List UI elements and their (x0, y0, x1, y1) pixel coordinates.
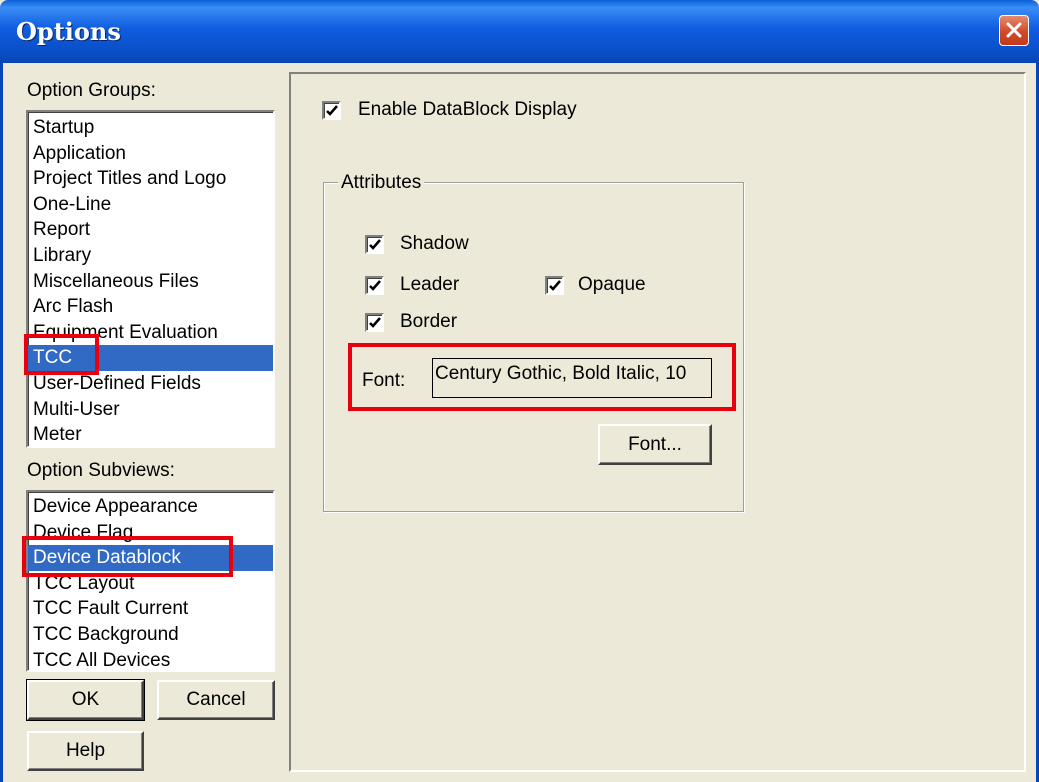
check-icon (369, 317, 381, 328)
list-item[interactable]: TCC All Devices (28, 648, 273, 670)
title-bar: Options (0, 0, 1039, 63)
border-checkbox[interactable] (365, 313, 384, 332)
leader-checkbox[interactable] (365, 276, 384, 295)
shadow-label: Shadow (400, 233, 469, 254)
close-button[interactable] (999, 15, 1029, 46)
opaque-label: Opaque (578, 274, 646, 295)
list-item[interactable]: One-Line (28, 192, 273, 218)
list-item[interactable]: Report (28, 217, 273, 243)
font-label: Font: (362, 370, 406, 391)
window-title: Options (16, 17, 121, 46)
shadow-checkbox[interactable] (365, 235, 384, 254)
font-button[interactable]: Font... (598, 424, 712, 465)
list-item[interactable]: Project Titles and Logo (28, 166, 273, 192)
list-item[interactable]: Device Datablock (28, 545, 273, 571)
list-item[interactable]: TCC Fault Current (28, 596, 273, 622)
opaque-checkbox[interactable] (545, 276, 564, 295)
list-item[interactable]: Library (28, 243, 273, 269)
option-subviews-label: Option Subviews: (27, 460, 175, 481)
border-label: Border (400, 311, 458, 332)
enable-datablock-checkbox[interactable] (322, 101, 341, 120)
check-icon (369, 280, 381, 291)
cancel-button[interactable]: Cancel (157, 680, 275, 720)
list-item[interactable]: Equipment Evaluation (28, 320, 273, 346)
option-subviews-list[interactable]: Device Appearance Device Flag Device Datab… (26, 490, 275, 672)
font-value-display: Century Gothic, Bold Italic, 10 (432, 358, 712, 398)
check-icon (369, 239, 381, 250)
list-item[interactable]: User-Defined Fields (28, 371, 273, 397)
option-groups-label: Option Groups: (27, 80, 156, 101)
help-button[interactable]: Help (27, 731, 144, 771)
list-item[interactable]: Meter (28, 422, 273, 446)
option-groups-list[interactable]: Startup Application Project Titles and Log… (26, 110, 275, 448)
enable-datablock-label: Enable DataBlock Display (358, 99, 577, 120)
ok-button[interactable]: OK (26, 679, 145, 721)
list-item[interactable]: Application (28, 141, 273, 167)
list-item[interactable]: Startup (28, 115, 273, 141)
list-item[interactable]: Arc Flash (28, 294, 273, 320)
list-item[interactable]: Miscellaneous Files (28, 269, 273, 295)
close-icon (1006, 22, 1022, 38)
list-item[interactable]: TCC Layout (28, 571, 273, 597)
list-item[interactable]: TCC (28, 345, 273, 371)
check-icon (326, 105, 338, 116)
list-item[interactable]: TCC Background (28, 622, 273, 648)
attributes-group-title: Attributes (338, 172, 425, 194)
list-item[interactable]: Device Flag (28, 520, 273, 546)
leader-label: Leader (400, 274, 460, 295)
check-icon (549, 280, 561, 291)
list-item[interactable]: Device Appearance (28, 494, 273, 520)
list-item[interactable]: Multi-User (28, 397, 273, 423)
